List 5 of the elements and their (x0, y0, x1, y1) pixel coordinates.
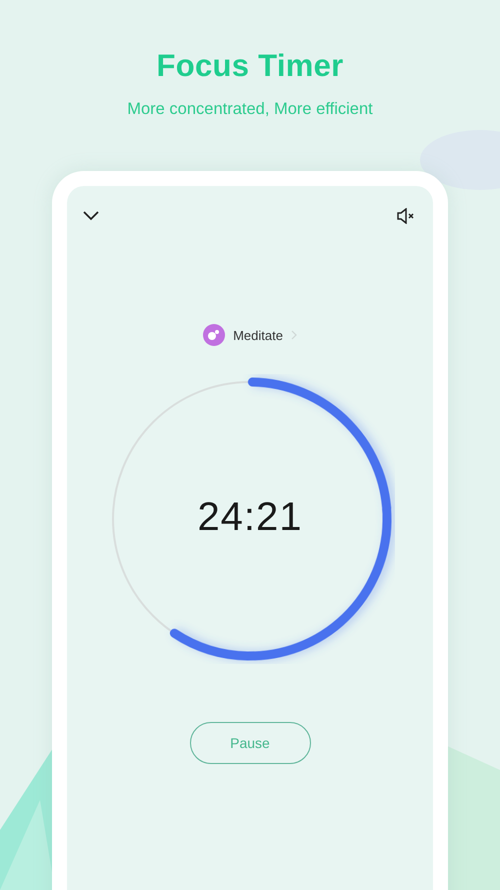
promo-subtitle: More concentrated, More efficient (127, 100, 373, 119)
mute-icon[interactable] (397, 208, 415, 224)
promo-title: Focus Timer (156, 48, 344, 84)
chevron-down-icon[interactable] (83, 211, 99, 221)
category-label[interactable]: Meditate (233, 328, 283, 342)
